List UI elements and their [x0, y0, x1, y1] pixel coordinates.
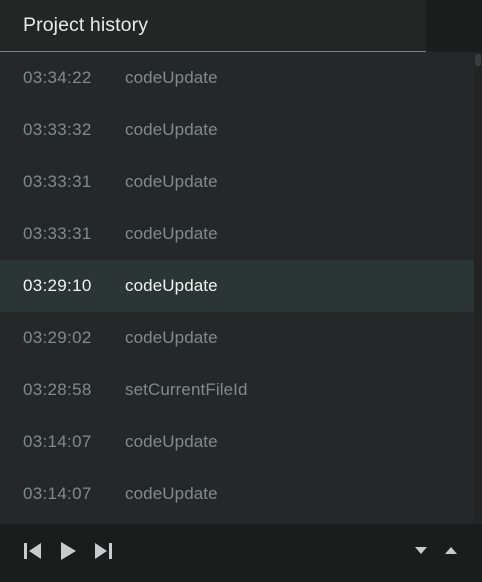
history-action: codeUpdate — [125, 172, 218, 191]
history-time: 03:33:32 — [23, 120, 92, 139]
history-list: 03:34:22 codeUpdate 03:33:32 codeUpdate 03:3… — [0, 52, 474, 524]
history-row[interactable]: 03:14:07 codeUpdate — [0, 468, 474, 520]
history-action: codeUpdate — [125, 276, 218, 295]
history-row[interactable]: 03:33:31 codeUpdate — [0, 156, 474, 208]
history-action: codeUpdate — [125, 120, 218, 139]
history-row[interactable]: 03:29:10 codeUpdate — [0, 260, 474, 312]
caret-up-icon[interactable] — [444, 544, 458, 556]
history-action: codeUpdate — [125, 432, 218, 451]
history-time: 03:34:22 — [23, 68, 92, 87]
history-action: codeUpdate — [125, 328, 218, 347]
project-history-panel: Project history 03:34:22 codeUpdate 03:33:… — [0, 0, 482, 582]
history-action: codeUpdate — [125, 224, 218, 243]
history-action: codeUpdate — [125, 484, 218, 503]
history-action: setCurrentFileId — [125, 380, 248, 399]
skip-to-start-icon[interactable] — [23, 541, 43, 561]
header-corner — [426, 0, 482, 52]
scrollbar-thumb[interactable] — [475, 54, 481, 66]
history-row[interactable]: 03:34:22 codeUpdate — [0, 52, 474, 104]
scrollbar[interactable] — [474, 52, 482, 524]
history-action: codeUpdate — [125, 68, 218, 87]
history-row[interactable]: 03:14:07 codeUpdate — [0, 416, 474, 468]
history-row[interactable]: 03:29:02 codeUpdate — [0, 312, 474, 364]
history-time: 03:33:31 — [23, 172, 92, 191]
history-time: 03:29:02 — [23, 328, 92, 347]
history-row[interactable]: 03:33:31 codeUpdate — [0, 208, 474, 260]
panel-title: Project history — [23, 14, 149, 36]
skip-to-end-icon[interactable] — [93, 541, 113, 561]
history-row[interactable]: 03:28:58 setCurrentFileId — [0, 364, 474, 416]
history-time: 03:28:58 — [23, 380, 92, 399]
caret-down-icon[interactable] — [414, 544, 428, 556]
play-icon[interactable] — [58, 541, 78, 561]
history-time: 03:14:07 — [23, 432, 92, 451]
panel-header: Project history — [0, 0, 482, 52]
history-time: 03:14:07 — [23, 484, 92, 503]
playback-toolbar — [0, 524, 482, 582]
history-time: 03:33:31 — [23, 224, 92, 243]
history-row[interactable]: 03:33:32 codeUpdate — [0, 104, 474, 156]
history-time: 03:29:10 — [23, 276, 92, 295]
